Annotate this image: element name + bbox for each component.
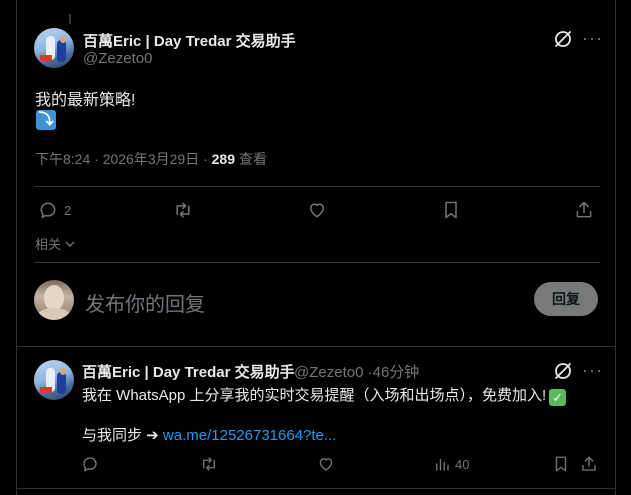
like-action[interactable] — [316, 455, 336, 473]
heart-icon — [319, 458, 333, 471]
reply-views-count: 40 — [455, 456, 470, 472]
post-text: 我的最新策略! — [35, 92, 136, 109]
related-label: 相关 — [35, 237, 62, 252]
divider — [17, 346, 615, 347]
author-name[interactable]: 百萬Eric | Day Tredar 交易助手 — [83, 30, 296, 51]
reply-icon — [83, 457, 97, 472]
reply-action[interactable]: 2 — [38, 200, 71, 220]
reply-author-handle[interactable]: @Zezeto0 — [294, 364, 363, 381]
reply-count: 2 — [64, 202, 72, 218]
retweet-icon — [203, 457, 215, 471]
reply-link-prefix: 与我同步 ➔ — [82, 427, 159, 444]
bookmark-action[interactable] — [441, 200, 461, 220]
share-action[interactable] — [574, 200, 594, 220]
related-toggle[interactable]: 相关 — [35, 234, 75, 253]
share-icon — [582, 456, 596, 471]
divider — [34, 262, 600, 263]
reply-submit-button[interactable]: 回复 — [534, 282, 598, 316]
divider — [34, 186, 600, 187]
heart-icon — [310, 203, 324, 218]
reply-author-meta: @Zezeto0 ·46分钟 — [294, 361, 419, 382]
post-detail-column: 百萬Eric | Day Tredar 交易助手 @Zezeto0 ··· 我的… — [16, 0, 616, 495]
share-action[interactable] — [580, 455, 598, 473]
grok-icon[interactable] — [553, 29, 573, 49]
bookmark-icon — [555, 456, 567, 472]
arrow-down-emoji: ⤵ — [36, 110, 56, 130]
reply-text-line1: 我在 WhatsApp 上分享我的实时交易提醒（入场和出场点），免费加入! ✓ — [82, 384, 567, 406]
share-icon — [576, 201, 592, 218]
retweet-action[interactable] — [172, 200, 194, 220]
reply-time[interactable]: 46分钟 — [373, 364, 420, 381]
bookmark-action[interactable] — [552, 455, 570, 473]
bookmark-icon — [445, 201, 457, 219]
more-options-icon[interactable]: ··· — [582, 360, 603, 380]
author-avatar[interactable] — [34, 28, 74, 68]
whatsapp-link[interactable]: wa.me/12526731664?te... — [163, 427, 336, 444]
views-label: 查看 — [238, 151, 267, 167]
reply-author-avatar[interactable] — [34, 360, 74, 400]
grok-icon[interactable] — [553, 361, 573, 381]
reply-author-name[interactable]: 百萬Eric | Day Tredar 交易助手 — [82, 361, 295, 382]
check-emoji: ✓ — [549, 389, 567, 406]
more-options-icon[interactable]: ··· — [582, 28, 603, 48]
reply-text-line2: 与我同步 ➔ wa.me/12526731664?te... — [82, 424, 336, 445]
retweet-action[interactable] — [199, 455, 219, 473]
reply-text: 我在 WhatsApp 上分享我的实时交易提醒（入场和出场点），免费加入! — [82, 387, 547, 404]
reply-icon — [40, 202, 56, 219]
reply-input[interactable]: 发布你的回复 — [85, 288, 205, 317]
current-user-avatar[interactable] — [34, 280, 74, 320]
reply-action[interactable] — [81, 455, 99, 473]
author-handle[interactable]: @Zezeto0 — [83, 50, 152, 67]
post-meta: 下午8:24 · 2026年3月29日 · 289 查看 — [35, 149, 267, 169]
like-action[interactable] — [306, 200, 328, 220]
bar-chart-icon — [436, 458, 449, 471]
views-action[interactable]: 40 — [433, 455, 469, 473]
thread-connector — [69, 14, 71, 24]
post-timestamp[interactable]: 下午8:24 · 2026年3月29日 · — [35, 151, 208, 167]
chevron-down-icon — [65, 241, 75, 247]
retweet-icon — [176, 202, 190, 218]
divider — [17, 488, 615, 489]
views-count[interactable]: 289 — [212, 151, 235, 167]
